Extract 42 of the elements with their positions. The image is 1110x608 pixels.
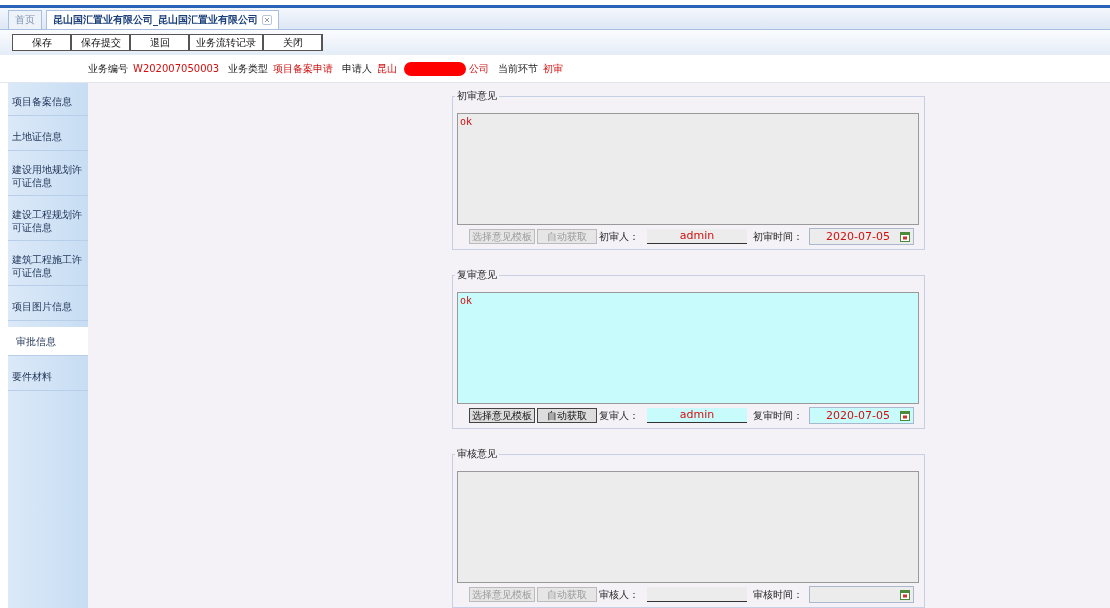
opinion-field[interactable]: ok: [457, 113, 919, 225]
time-label: 复审时间：: [753, 408, 803, 423]
toolbar-button[interactable]: 保存: [12, 34, 72, 52]
info-label: 业务编号: [88, 61, 128, 76]
date-value: 2020-07-05: [826, 230, 890, 243]
calendar-icon[interactable]: [900, 231, 910, 242]
time-label: 审核时间：: [753, 587, 803, 602]
date-field[interactable]: 2020-07-05: [809, 407, 914, 424]
info-value: 项目备案申请: [273, 61, 334, 76]
auto-fetch-button[interactable]: 自动获取: [537, 408, 597, 423]
opinion-field[interactable]: ok: [457, 292, 919, 404]
calendar-icon[interactable]: [900, 589, 910, 600]
opinion-field[interactable]: [457, 471, 919, 583]
info-value: 初审: [543, 61, 564, 76]
toolbar-button[interactable]: 业务流转记录: [189, 34, 264, 52]
panel-legend: 审核意见: [455, 447, 499, 461]
sidebar-item[interactable]: 审批信息: [8, 327, 88, 356]
date-field[interactable]: [809, 586, 914, 603]
person-label: 审核人：: [599, 587, 639, 602]
info-value: 公司: [469, 61, 490, 76]
tab[interactable]: 昆山国汇置业有限公司_昆山国汇置业有限公司: [46, 10, 279, 30]
template-button[interactable]: 选择意见模板: [469, 408, 535, 423]
toolbar-button[interactable]: 保存提交: [71, 34, 131, 52]
toolbar-button[interactable]: 退回: [130, 34, 190, 52]
info-label: 当前环节: [498, 61, 539, 76]
person-label: 初审人：: [599, 229, 639, 244]
panel-legend: 初审意见: [455, 89, 499, 103]
date-value: 2020-07-05: [826, 409, 890, 422]
info-value: W202007050003: [133, 63, 220, 75]
info-label: 申请人: [342, 61, 373, 76]
info-label: 业务类型: [228, 61, 269, 76]
info-value: 昆山: [377, 61, 398, 76]
toolbar-button[interactable]: 关闭: [263, 34, 323, 52]
close-icon[interactable]: [262, 15, 272, 26]
person-field[interactable]: [647, 587, 747, 602]
person-field[interactable]: admin: [647, 229, 747, 244]
time-label: 初审时间：: [753, 229, 803, 244]
date-field[interactable]: 2020-07-05: [809, 228, 914, 245]
person-label: 复审人：: [599, 408, 639, 423]
person-field[interactable]: admin: [647, 408, 747, 423]
calendar-icon[interactable]: [900, 410, 910, 421]
panel-legend: 复审意见: [455, 268, 499, 282]
